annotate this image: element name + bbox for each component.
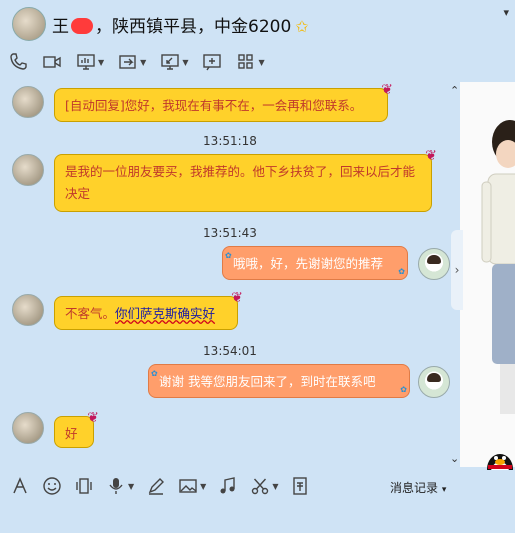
apps-button[interactable]: ▼ <box>236 52 265 72</box>
contact-avatar[interactable] <box>12 7 46 41</box>
screenshot-button[interactable]: ▼ <box>250 476 278 496</box>
bubble-decoration-icon: ✿ <box>151 369 158 378</box>
video-button[interactable] <box>42 52 62 72</box>
screen-share-icon <box>77 54 95 70</box>
chevron-down-icon[interactable]: ▾ <box>503 6 509 19</box>
message-text: 哦哦，好，先谢谢您的推荐 <box>233 256 384 271</box>
contact-title[interactable]: 王 ，陕西镇平县，中金6200 ✩ <box>52 12 309 37</box>
bubble-decoration-icon: ❦ <box>231 290 243 306</box>
message-text: [自动回复]您好，我现在有事不在，一会再和您联系。 <box>65 98 363 113</box>
whiteboard-button[interactable] <box>202 52 222 72</box>
message-history-button[interactable]: 消息记录 ▾ <box>390 479 446 496</box>
chevron-down-icon[interactable]: ▼ <box>98 58 104 67</box>
message-text: 谢谢 我等您朋友回来了，到时在联系吧 <box>159 374 376 389</box>
phone-icon <box>10 53 27 70</box>
chevron-down-icon[interactable]: ▼ <box>140 58 146 67</box>
scissors-icon <box>252 478 269 495</box>
music-icon[interactable] <box>218 476 238 496</box>
bubble-decoration-icon: ❦ <box>87 410 99 426</box>
chat-header: 王 ，陕西镇平县，中金6200 ✩ ▾ <box>0 0 515 46</box>
chat-window: 王 ，陕西镇平县，中金6200 ✩ ▾ ▼ ▼ ▼ ▼ [自动回复]您好，我现在有… <box>0 0 515 533</box>
screen-share-button[interactable]: ▼ <box>76 52 104 72</box>
contact-avatar[interactable] <box>12 294 44 326</box>
message-text: 好 <box>65 426 78 441</box>
image-button[interactable]: ▼ <box>178 476 206 496</box>
right-side-panel <box>460 82 515 467</box>
contact-avatar[interactable] <box>12 154 44 186</box>
font-icon[interactable] <box>10 476 30 496</box>
message-bubble[interactable]: 哦哦，好，先谢谢您的推荐 ✿ ✿ <box>222 246 408 280</box>
chat-toolbar: ▼ ▼ ▼ ▼ <box>8 50 265 74</box>
transfer-file-icon <box>119 55 136 69</box>
scroll-up-icon[interactable]: ⌃ <box>450 84 459 97</box>
chevron-down-icon[interactable]: ▼ <box>272 482 278 491</box>
contact-avatar[interactable] <box>12 86 44 118</box>
message-timestamp: 13:51:18 <box>203 134 257 148</box>
message-bubble[interactable]: 不客气。你们萨克斯确实好 ❦ <box>54 290 243 330</box>
my-avatar[interactable] <box>418 248 450 280</box>
message-text: 是我的一位朋友要买，我推荐的。他下乡扶贫了，回来以后才能决定 <box>65 164 416 201</box>
phone-button[interactable] <box>8 52 28 72</box>
chevron-down-icon[interactable]: ▼ <box>182 58 188 67</box>
remote-desktop-button[interactable]: ▼ <box>160 52 188 72</box>
message-bubble[interactable]: 好 ❦ <box>54 410 99 448</box>
message-bubble[interactable]: 谢谢 我等您朋友回来了，到时在联系吧 ✿ ✿ <box>148 364 410 398</box>
message-timestamp: 13:54:01 <box>203 344 257 358</box>
star-icon[interactable]: ✩ <box>295 17 308 36</box>
contact-note: ，陕西镇平县，中金6200 <box>95 17 292 37</box>
bubble-decoration-icon: ✿ <box>225 251 232 260</box>
contact-name: 王 <box>52 17 69 37</box>
voice-button[interactable]: ▼ <box>106 476 134 496</box>
chevron-down-icon[interactable]: ▼ <box>258 58 264 67</box>
emoji-icon[interactable] <box>42 476 62 496</box>
message-input[interactable] <box>0 504 460 533</box>
video-icon <box>43 56 61 68</box>
microphone-icon <box>109 478 123 494</box>
bubble-decoration-icon: ✿ <box>400 385 407 394</box>
image-icon <box>179 479 197 493</box>
scroll-down-icon[interactable]: ⌄ <box>450 452 459 465</box>
bubble-decoration-icon: ✿ <box>398 267 405 276</box>
shake-icon[interactable] <box>74 476 94 496</box>
red-packet-icon[interactable] <box>290 476 310 496</box>
bubble-decoration-icon: ❦ <box>381 82 393 98</box>
whiteboard-icon <box>203 54 222 71</box>
apps-icon <box>238 54 254 69</box>
redaction-mark <box>71 18 93 34</box>
message-history-label: 消息记录 <box>390 481 439 495</box>
message-bubble[interactable]: 是我的一位朋友要买，我推荐的。他下乡扶贫了，回来以后才能决定 ❦ <box>54 148 437 212</box>
remote-desktop-icon <box>161 54 180 70</box>
my-avatar[interactable] <box>418 366 450 398</box>
message-text-underlined: 你们萨克斯确实好 <box>115 306 216 321</box>
chevron-down-icon[interactable]: ▼ <box>128 482 134 491</box>
message-bubble[interactable]: [自动回复]您好，我现在有事不在，一会再和您联系。 ❦ <box>54 82 393 122</box>
message-text: 不客气。 <box>65 306 116 321</box>
chevron-down-icon[interactable]: ▾ <box>442 485 447 495</box>
message-list[interactable]: [自动回复]您好，我现在有事不在，一会再和您联系。 ❦ 13:51:18 是我的… <box>0 78 460 468</box>
message-timestamp: 13:51:43 <box>203 226 257 240</box>
bubble-decoration-icon: ❦ <box>425 148 437 164</box>
input-toolbar: ▼ ▼ ▼ 消息记录 ▾ <box>0 470 515 504</box>
contact-avatar[interactable] <box>12 412 44 444</box>
character-show-image <box>481 120 515 414</box>
transfer-file-button[interactable]: ▼ <box>118 52 146 72</box>
collapse-panel-button[interactable]: › <box>451 230 463 310</box>
chevron-down-icon[interactable]: ▼ <box>200 482 206 491</box>
pen-icon[interactable] <box>146 476 166 496</box>
